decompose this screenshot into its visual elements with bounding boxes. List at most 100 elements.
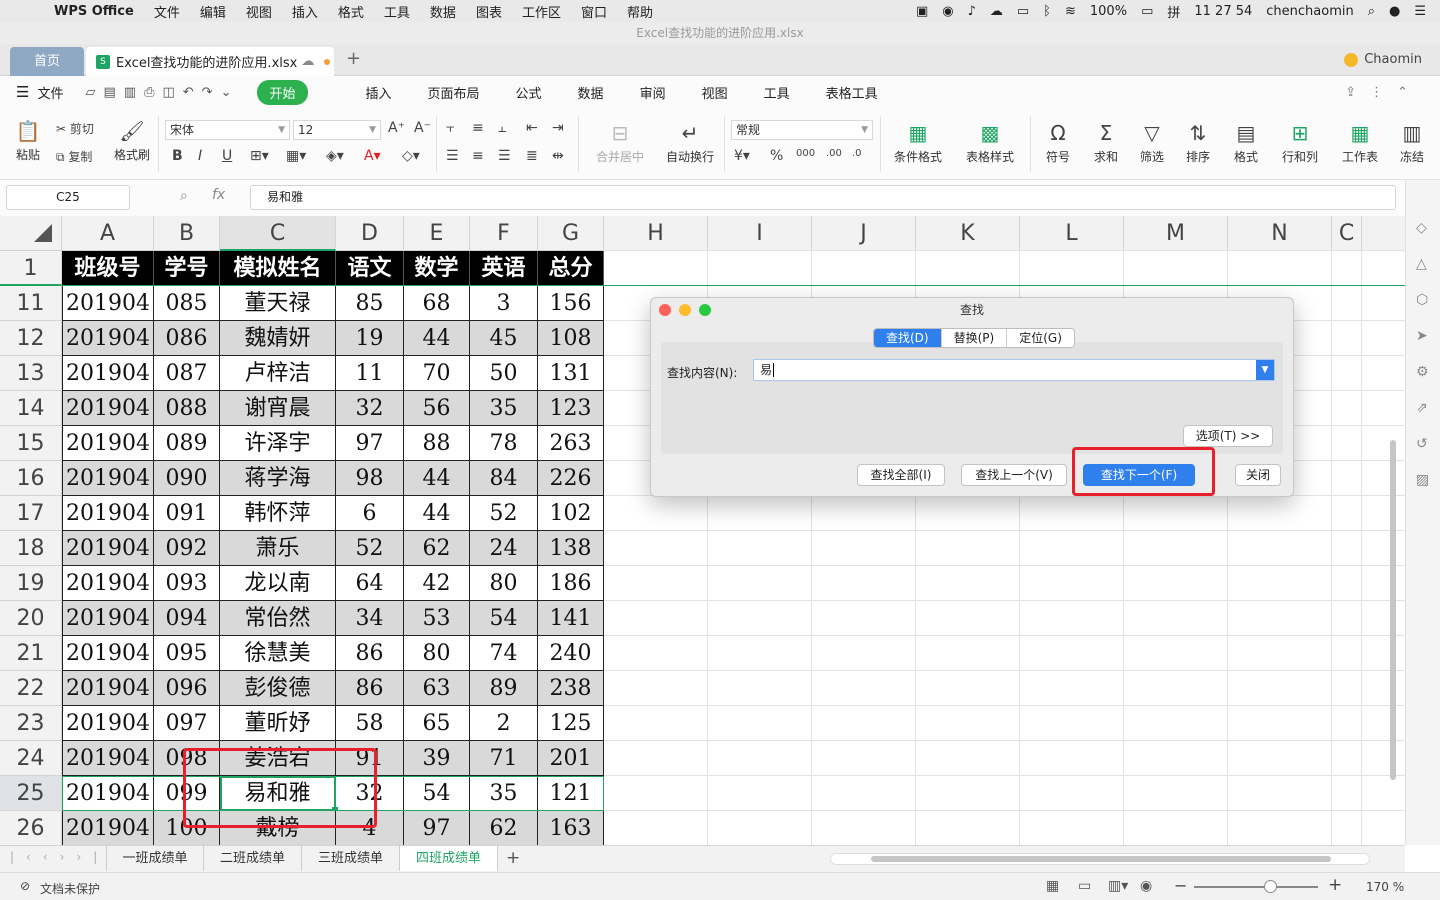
tab-replace[interactable]: 替换(P) bbox=[942, 329, 1008, 347]
align-left-icon[interactable]: ☰ bbox=[446, 148, 459, 164]
airplay-icon[interactable]: ▭ bbox=[1017, 4, 1029, 19]
table-cell[interactable]: 80 bbox=[404, 636, 470, 671]
freeze-button[interactable]: ▥ 冻结 bbox=[1396, 122, 1428, 165]
filter-button[interactable]: ▽ 筛选 bbox=[1132, 122, 1172, 165]
table-cell[interactable]: 102 bbox=[538, 496, 604, 531]
menu-view[interactable]: 视图 bbox=[246, 2, 272, 21]
table-cell[interactable]: 201904 bbox=[62, 811, 154, 845]
name-box[interactable]: C25 bbox=[6, 185, 130, 210]
bluetooth-icon[interactable]: ᛒ bbox=[1043, 4, 1051, 19]
distribute-icon[interactable]: ⇹ bbox=[552, 148, 564, 164]
battery-icon[interactable]: ▭ bbox=[1141, 4, 1153, 19]
table-cell[interactable]: 84 bbox=[470, 461, 538, 496]
chevron-down-icon[interactable]: ▼ bbox=[1256, 360, 1274, 380]
table-cell[interactable]: 201904 bbox=[62, 531, 154, 566]
bell-icon[interactable]: ♪ bbox=[968, 4, 976, 19]
cut-button[interactable]: ✂ 剪切 bbox=[56, 120, 94, 137]
sort-button[interactable]: ⇅ 排序 bbox=[1178, 122, 1218, 165]
tab-goto[interactable]: 定位(G) bbox=[1007, 329, 1074, 347]
table-cell[interactable]: 64 bbox=[336, 566, 404, 601]
table-cell[interactable]: 6 bbox=[336, 496, 404, 531]
table-cell[interactable]: 62 bbox=[404, 531, 470, 566]
table-cell[interactable]: 85 bbox=[336, 286, 404, 321]
table-cell[interactable]: 201904 bbox=[62, 601, 154, 636]
row-header-25[interactable]: 25 bbox=[0, 776, 62, 811]
table-cell[interactable]: 谢宵晨 bbox=[220, 391, 336, 426]
row-header-16[interactable]: 16 bbox=[0, 461, 62, 496]
table-cell[interactable]: 53 bbox=[404, 601, 470, 636]
font-size-select[interactable]: 12 ▼ bbox=[293, 120, 381, 140]
table-cell[interactable]: 89 bbox=[470, 671, 538, 706]
table-cell[interactable]: 52 bbox=[336, 531, 404, 566]
table-cell[interactable]: 123 bbox=[538, 391, 604, 426]
thousands-icon[interactable]: 000 bbox=[796, 148, 815, 159]
underline-icon[interactable]: U bbox=[222, 148, 232, 164]
table-cell[interactable]: 096 bbox=[154, 671, 220, 706]
find-input[interactable]: 易 ▼ bbox=[753, 359, 1275, 381]
column-header-L[interactable]: L bbox=[1020, 216, 1124, 251]
justify-icon[interactable]: ≣ bbox=[526, 148, 538, 164]
table-cell[interactable]: 萧乐 bbox=[220, 531, 336, 566]
table-cell[interactable]: 201 bbox=[538, 741, 604, 776]
menu-tools[interactable]: 工具 bbox=[384, 2, 410, 21]
column-header-E[interactable]: E bbox=[404, 216, 470, 251]
zoom-slider[interactable] bbox=[1194, 880, 1318, 893]
table-cell[interactable]: 86 bbox=[336, 636, 404, 671]
table-cell[interactable]: 54 bbox=[470, 601, 538, 636]
table-cell[interactable]: 24 bbox=[470, 531, 538, 566]
column-header-C[interactable]: C bbox=[220, 216, 336, 251]
table-cell[interactable]: 201904 bbox=[62, 566, 154, 601]
menu-chart[interactable]: 图表 bbox=[476, 2, 502, 21]
table-cell[interactable]: 092 bbox=[154, 531, 220, 566]
row-header-26[interactable]: 26 bbox=[0, 811, 62, 845]
protect-status[interactable]: 文档未保护 bbox=[40, 880, 100, 897]
menu-data[interactable]: 数据 bbox=[430, 2, 456, 21]
export-pdf-icon[interactable]: ▥ bbox=[124, 85, 136, 100]
row-header-21[interactable]: 21 bbox=[0, 636, 62, 671]
column-header-J[interactable]: J bbox=[812, 216, 916, 251]
table-cell[interactable]: 087 bbox=[154, 356, 220, 391]
table-cell[interactable]: 徐慧美 bbox=[220, 636, 336, 671]
indent-decrease-icon[interactable]: ⇤ bbox=[526, 120, 538, 136]
table-cell[interactable]: 201904 bbox=[62, 286, 154, 321]
shape-icon[interactable]: ◇ bbox=[1416, 220, 1427, 236]
wrap-text-button[interactable]: ↵ 自动换行 bbox=[662, 122, 718, 165]
table-cell[interactable]: 089 bbox=[154, 426, 220, 461]
table-header-cell[interactable]: 总分 bbox=[538, 251, 604, 286]
menubar-user[interactable]: chenchaomin bbox=[1266, 4, 1353, 19]
eye-icon[interactable]: ◉ bbox=[1140, 878, 1152, 894]
table-cell[interactable]: 龙以南 bbox=[220, 566, 336, 601]
table-cell[interactable]: 62 bbox=[470, 811, 538, 845]
table-cell[interactable]: 263 bbox=[538, 426, 604, 461]
input-method-icon[interactable]: 拼 bbox=[1167, 2, 1180, 21]
table-cell[interactable]: 186 bbox=[538, 566, 604, 601]
align-right-icon[interactable]: ☰ bbox=[498, 148, 511, 164]
font-color-icon[interactable]: A▾ bbox=[364, 148, 381, 164]
table-cell[interactable]: 65 bbox=[404, 706, 470, 741]
battery-percent[interactable]: 100% bbox=[1090, 4, 1127, 19]
table-cell[interactable]: 80 bbox=[470, 566, 538, 601]
table-cell[interactable]: 095 bbox=[154, 636, 220, 671]
formula-input[interactable]: 易和雅 bbox=[250, 185, 1396, 210]
add-sheet-button[interactable]: + bbox=[506, 848, 520, 868]
border-icon[interactable]: ⊞▾ bbox=[250, 148, 269, 164]
table-cell[interactable]: 201904 bbox=[62, 391, 154, 426]
undo-icon[interactable]: ↶ bbox=[183, 85, 194, 100]
row-header-14[interactable]: 14 bbox=[0, 391, 62, 426]
table-cell[interactable]: 蒋学海 bbox=[220, 461, 336, 496]
font-family-select[interactable]: 宋体 ▼ bbox=[165, 120, 290, 140]
table-cell[interactable]: 88 bbox=[404, 426, 470, 461]
column-header-M[interactable]: M bbox=[1124, 216, 1228, 251]
tab-page-layout[interactable]: 页面布局 bbox=[428, 83, 480, 102]
zoom-out-button[interactable]: − bbox=[1174, 876, 1187, 895]
column-header-I[interactable]: I bbox=[708, 216, 812, 251]
app-name[interactable]: WPS Office bbox=[54, 4, 134, 19]
decrease-font-icon[interactable]: A⁻ bbox=[414, 120, 431, 136]
column-header-F[interactable]: F bbox=[470, 216, 538, 251]
new-tab-button[interactable]: + bbox=[346, 48, 361, 69]
menu-window[interactable]: 窗口 bbox=[581, 2, 607, 21]
row-header-13[interactable]: 13 bbox=[0, 356, 62, 391]
tab-find[interactable]: 查找(D) bbox=[874, 329, 942, 347]
conditional-format-button[interactable]: ▦ 条件格式 bbox=[886, 122, 950, 165]
align-top-icon[interactable]: ⫟ bbox=[446, 120, 454, 136]
